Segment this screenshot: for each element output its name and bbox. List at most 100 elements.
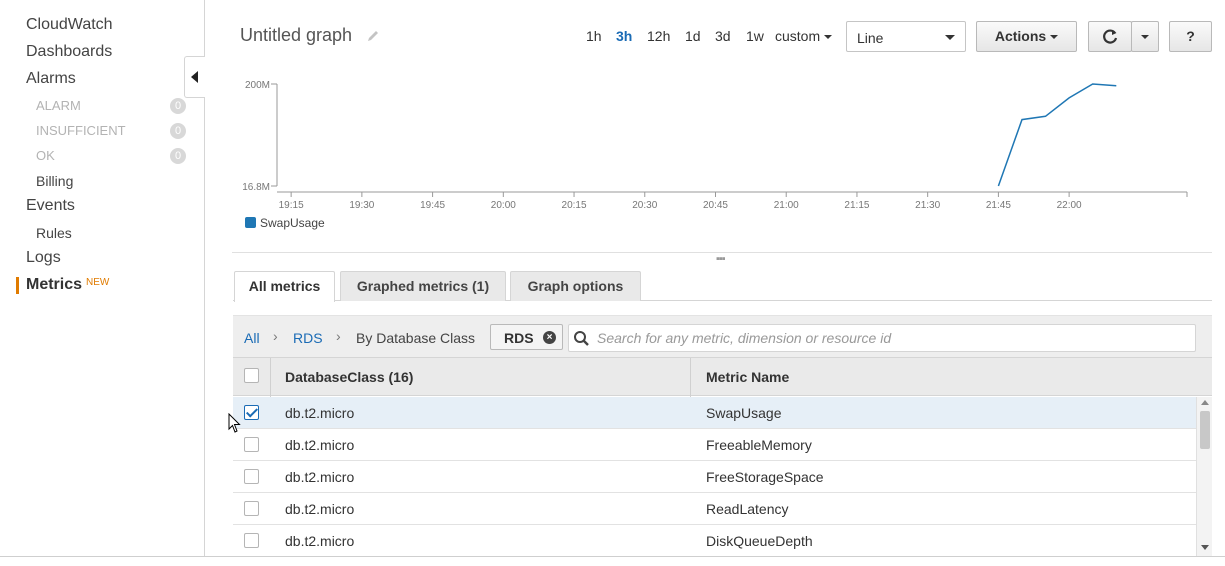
range-3h-button[interactable]: 3h xyxy=(616,28,632,44)
edit-title-icon[interactable] xyxy=(366,29,380,43)
chevron-down-icon xyxy=(945,35,955,40)
scroll-up-icon[interactable] xyxy=(1201,400,1209,405)
metric-name-cell: DiskQueueDepth xyxy=(706,533,813,549)
range-3d-button[interactable]: 3d xyxy=(715,28,731,44)
graph-title: Untitled graph xyxy=(240,25,353,45)
table-row[interactable]: db.t2.micro DiskQueueDepth xyxy=(233,525,1196,556)
row-checkbox[interactable] xyxy=(244,501,259,516)
row-checkbox[interactable] xyxy=(244,437,259,452)
table-row[interactable]: db.t2.micro ReadLatency xyxy=(233,493,1196,525)
legend-label[interactable]: SwapUsage xyxy=(260,216,325,230)
sidebar-item-rules[interactable]: Rules xyxy=(36,225,72,241)
range-1h-button[interactable]: 1h xyxy=(586,28,602,44)
column-header-metric-name[interactable]: Metric Name xyxy=(706,369,789,385)
sidebar-nav: CloudWatch Dashboards Alarms ALARM 0 INS… xyxy=(0,0,205,556)
metric-breadcrumb-bar: All › RDS › By Database Class RDS × xyxy=(233,315,1212,358)
sidebar-item-logs[interactable]: Logs xyxy=(26,249,61,267)
x-tick-label: 19:30 xyxy=(349,200,374,211)
tab-all-metrics[interactable]: All metrics xyxy=(234,271,335,302)
x-tick-label: 21:00 xyxy=(774,200,799,211)
x-tick-label: 21:15 xyxy=(844,200,869,211)
x-tick-label: 22:00 xyxy=(1057,200,1082,211)
series-line-swapusage xyxy=(997,83,1117,187)
window-bottom-edge xyxy=(0,556,1225,557)
range-12h-button[interactable]: 12h xyxy=(647,28,670,44)
metric-search-field[interactable] xyxy=(568,324,1196,352)
table-row[interactable]: db.t2.micro FreeStorageSpace xyxy=(233,461,1196,493)
filter-token-rds: RDS × xyxy=(490,324,563,350)
help-button[interactable]: ? xyxy=(1169,21,1212,52)
sidebar-item-events[interactable]: Events xyxy=(26,197,75,215)
search-input[interactable] xyxy=(595,328,1190,348)
metric-name-cell: FreeableMemory xyxy=(706,437,812,453)
row-checkbox[interactable] xyxy=(244,469,259,484)
y-tick-label: 16.8M xyxy=(242,182,270,193)
active-nav-indicator xyxy=(16,277,19,294)
database-class-cell: db.t2.micro xyxy=(285,469,355,485)
range-1w-button[interactable]: 1w xyxy=(746,28,764,44)
column-divider xyxy=(690,358,691,397)
ok-count-badge: 0 xyxy=(170,148,186,164)
remove-token-icon[interactable]: × xyxy=(543,331,556,344)
x-tick-label: 20:30 xyxy=(632,200,657,211)
range-1d-button[interactable]: 1d xyxy=(685,28,701,44)
table-row[interactable]: db.t2.micro SwapUsage xyxy=(233,397,1196,429)
metric-name-cell: SwapUsage xyxy=(706,405,782,421)
table-scrollbar[interactable] xyxy=(1196,397,1212,556)
new-badge: NEW xyxy=(86,277,110,288)
tab-graph-options[interactable]: Graph options xyxy=(510,271,641,301)
resize-handle-icon[interactable]: ▪▪▪ xyxy=(716,253,726,265)
sidebar-item-cloudwatch[interactable]: CloudWatch xyxy=(26,16,113,34)
sidebar-item-billing[interactable]: Billing xyxy=(36,173,73,189)
custom-label: custom xyxy=(775,28,821,44)
refresh-icon xyxy=(1103,29,1118,44)
column-divider xyxy=(270,358,271,397)
row-checkbox[interactable] xyxy=(244,405,259,420)
scroll-down-icon[interactable] xyxy=(1201,545,1209,550)
sidebar-item-metrics[interactable]: Metrics xyxy=(26,276,82,294)
database-class-cell: db.t2.micro xyxy=(285,533,355,549)
refresh-options-dropdown[interactable] xyxy=(1131,21,1159,52)
sidebar-item-dashboards[interactable]: Dashboards xyxy=(26,43,112,61)
row-checkbox[interactable] xyxy=(244,533,259,548)
metric-name-cell: FreeStorageSpace xyxy=(706,469,824,485)
breadcrumb-all[interactable]: All xyxy=(244,330,260,346)
help-label: ? xyxy=(1186,28,1195,44)
chevron-left-icon xyxy=(191,71,198,83)
refresh-button[interactable] xyxy=(1088,21,1132,52)
scrollbar-thumb[interactable] xyxy=(1200,411,1210,449)
filter-token-label: RDS xyxy=(504,330,534,346)
graph-type-select[interactable]: Line xyxy=(846,21,966,52)
x-tick-label: 21:30 xyxy=(915,200,940,211)
sidebar-item-alarm-state[interactable]: ALARM xyxy=(36,98,81,113)
insufficient-count-badge: 0 xyxy=(170,123,186,139)
metrics-table: DatabaseClass (16) Metric Name db.t2.mic… xyxy=(233,357,1212,556)
caret-down-icon xyxy=(824,35,833,40)
select-all-checkbox[interactable] xyxy=(244,368,259,383)
x-tick-label: 20:00 xyxy=(491,200,516,211)
legend-swatch xyxy=(245,217,256,228)
sidebar-item-insufficient-state[interactable]: INSUFFICIENT xyxy=(36,123,126,138)
database-class-cell: db.t2.micro xyxy=(285,437,355,453)
x-tick-label: 20:15 xyxy=(562,200,587,211)
metric-name-cell: ReadLatency xyxy=(706,501,789,517)
caret-down-icon xyxy=(1050,35,1059,40)
table-header: DatabaseClass (16) Metric Name xyxy=(233,357,1212,397)
sidebar-item-ok-state[interactable]: OK xyxy=(36,148,55,163)
range-custom-dropdown[interactable]: custom xyxy=(775,28,833,44)
collapse-sidebar-button[interactable] xyxy=(184,56,205,98)
column-header-database-class[interactable]: DatabaseClass (16) xyxy=(285,369,413,385)
sidebar-item-alarms[interactable]: Alarms xyxy=(26,70,76,88)
table-row[interactable]: db.t2.micro FreeableMemory xyxy=(233,429,1196,461)
y-tick-label: 200M xyxy=(245,80,270,91)
actions-button[interactable]: Actions xyxy=(976,21,1077,52)
x-tick-label: 19:45 xyxy=(420,200,445,211)
x-tick-label: 20:45 xyxy=(703,200,728,211)
line-chart: 200M 16.8M 19:15 19:30 19:45 20:00 20:15 20:30 2… xyxy=(242,80,1188,211)
alarm-count-badge: 0 xyxy=(170,98,186,114)
breadcrumb-rds[interactable]: RDS xyxy=(293,330,323,346)
tab-graphed-metrics[interactable]: Graphed metrics (1) xyxy=(340,271,506,301)
database-class-cell: db.t2.micro xyxy=(285,501,355,517)
x-tick-label: 19:15 xyxy=(279,200,304,211)
breadcrumb-current: By Database Class xyxy=(356,330,476,346)
